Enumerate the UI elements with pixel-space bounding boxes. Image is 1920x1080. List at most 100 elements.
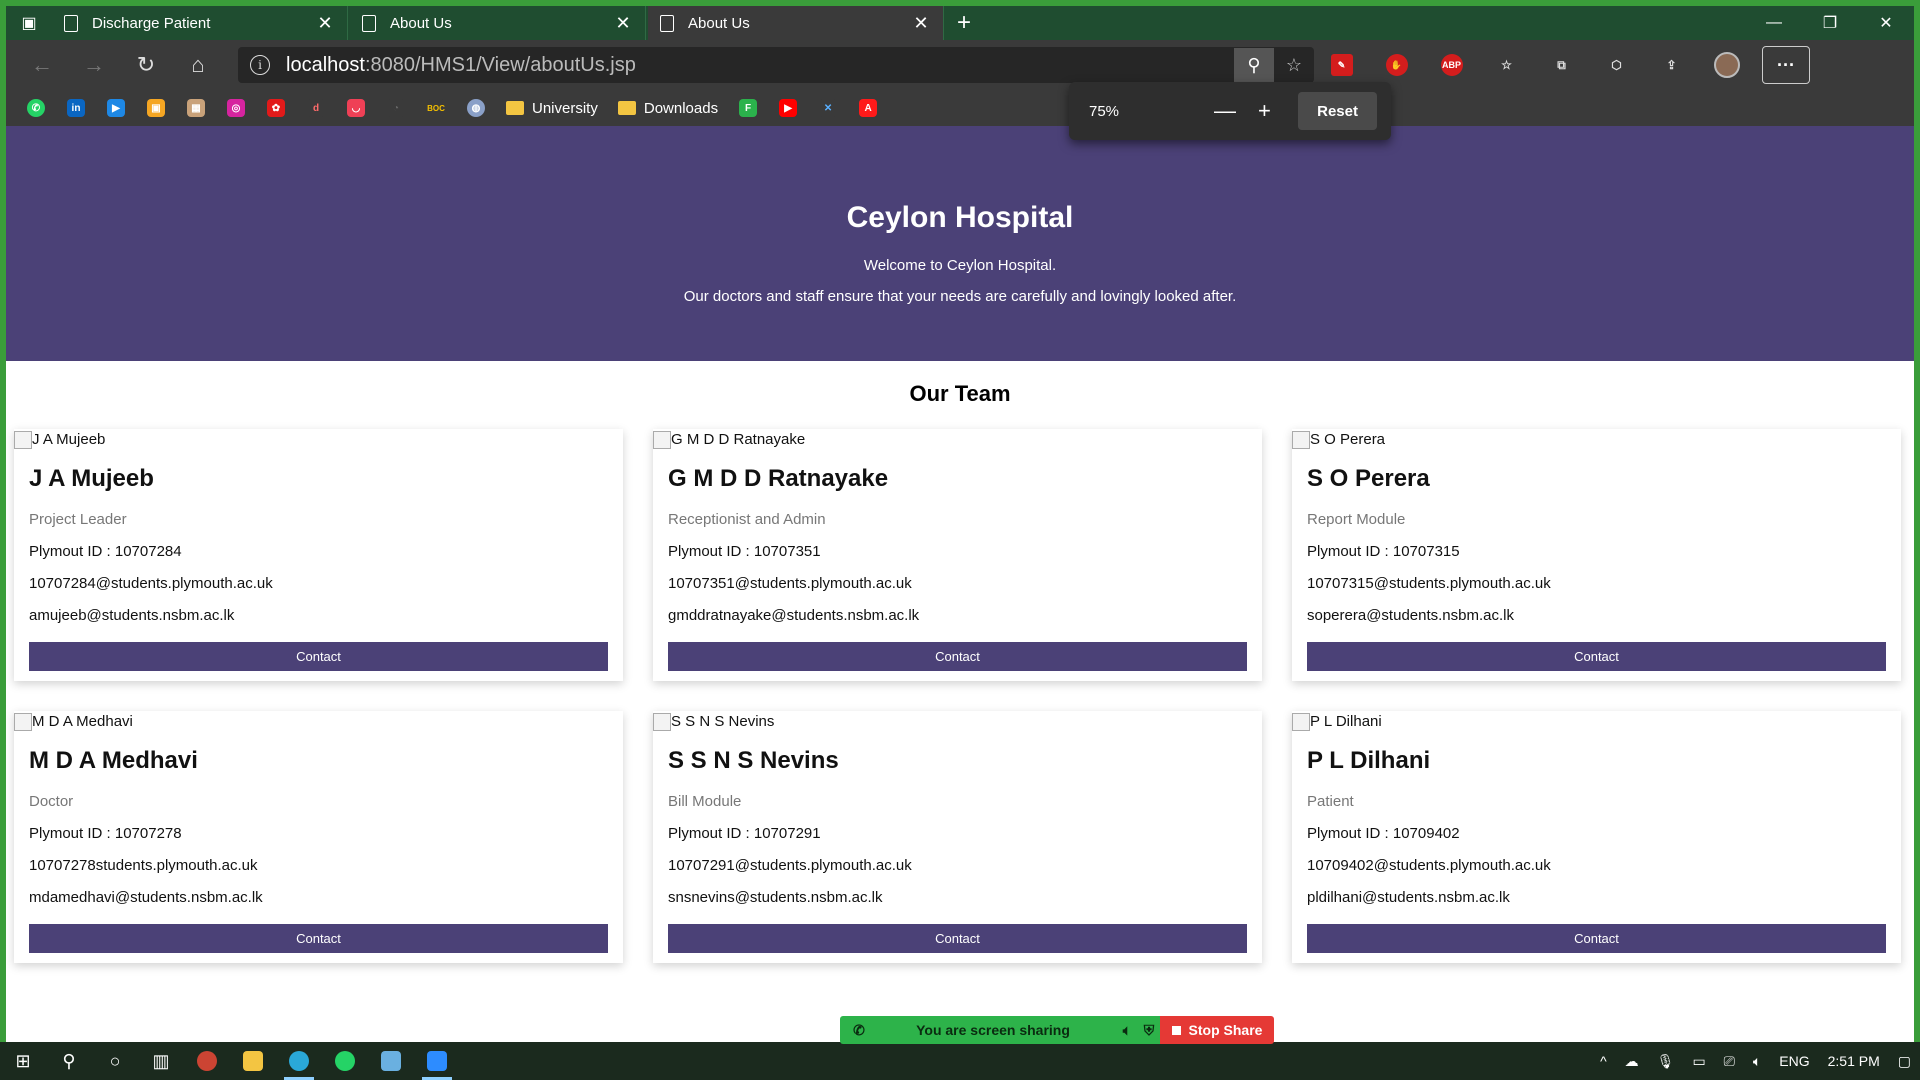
d-app-icon[interactable]: d	[296, 95, 336, 121]
history-icon[interactable]: ◔	[376, 95, 416, 121]
windows-start-icon[interactable]: ⊞	[0, 1042, 46, 1080]
member-id: Plymout ID : 10709402	[1307, 825, 1460, 842]
page-icon	[362, 14, 376, 32]
member-email-plymouth: 10707291@students.plymouth.ac.uk	[668, 857, 912, 874]
whatsapp-icon[interactable]: ✆	[16, 95, 56, 121]
edge-browser-icon[interactable]	[276, 1042, 322, 1080]
close-tab-icon[interactable]: ✕	[613, 13, 633, 34]
zoom-app-icon[interactable]	[414, 1042, 460, 1080]
app-icon[interactable]	[184, 1042, 230, 1080]
video-icon[interactable]: ▶	[96, 95, 136, 121]
speaker-icon[interactable]: 🔈︎	[1116, 1022, 1138, 1039]
taskbar: ⊞ ⚲ ○ ▥ ^ ☁ 🎙︎ ▭ ⎚ 🔈︎ ENG 2:51 PM ▢	[0, 1042, 1920, 1080]
extension-stop-icon[interactable]: ✋	[1369, 45, 1424, 85]
address-bar[interactable]: i localhost:8080/HMS1/View/aboutUs.jsp ⚲…	[238, 47, 1314, 83]
contact-button[interactable]: Contact	[1307, 924, 1886, 953]
zoom-reset-button[interactable]: Reset	[1298, 92, 1377, 130]
adobe-icon[interactable]: A	[848, 95, 888, 121]
task-view-icon[interactable]: ▥	[138, 1042, 184, 1080]
tab-about-us-2[interactable]: About Us ✕	[648, 6, 944, 40]
whatsapp-taskbar-icon[interactable]	[322, 1042, 368, 1080]
globe-icon[interactable]: ◍	[456, 95, 496, 121]
cortana-icon[interactable]: ○	[92, 1042, 138, 1080]
new-tab-button[interactable]: +	[946, 6, 982, 40]
huawei-icon[interactable]: ✿	[256, 95, 296, 121]
contact-button[interactable]: Contact	[668, 924, 1247, 953]
pocket-icon[interactable]: ◡	[336, 95, 376, 121]
file-explorer-icon[interactable]	[230, 1042, 276, 1080]
volume-icon[interactable]: 🔈︎	[1753, 1053, 1761, 1070]
member-id: Plymout ID : 10707291	[668, 825, 821, 842]
forward-icon[interactable]: →	[68, 45, 120, 85]
network-icon[interactable]: ⎚	[1724, 1053, 1735, 1070]
tab-about-us-1[interactable]: About Us ✕	[350, 6, 646, 40]
extension-pen-icon[interactable]: ✎	[1314, 45, 1369, 85]
screen-share-status: ✆ You are screen sharing 🔈︎ ⛨	[840, 1016, 1160, 1044]
clock[interactable]: 2:51 PM	[1828, 1053, 1880, 1069]
member-photo: S O Perera	[1292, 429, 1901, 451]
member-email-nsbm: mdamedhavi@students.nsbm.ac.lk	[29, 889, 263, 906]
share-icon[interactable]: ⇪	[1644, 45, 1699, 85]
boc-icon[interactable]: BOC	[416, 95, 456, 121]
stop-share-button[interactable]: Stop Share	[1160, 1016, 1274, 1044]
more-menu-icon[interactable]: ···	[1762, 46, 1810, 84]
tools-icon[interactable]: ✕	[808, 95, 848, 121]
contact-button[interactable]: Contact	[29, 924, 608, 953]
member-role: Report Module	[1307, 511, 1406, 528]
tagline-text: Our doctors and staff ensure that your n…	[683, 288, 1237, 305]
close-tab-icon[interactable]: ✕	[911, 13, 931, 34]
tab-title: About Us	[390, 14, 452, 32]
collections-icon[interactable]: ⧉	[1534, 45, 1589, 85]
tab-discharge-patient[interactable]: Discharge Patient ✕	[52, 6, 348, 40]
instagram-icon[interactable]: ◎	[216, 95, 256, 121]
member-email-plymouth: 10707278students.plymouth.ac.uk	[29, 857, 258, 874]
adblock-plus-icon[interactable]: ABP	[1424, 45, 1479, 85]
member-role: Receptionist and Admin	[668, 511, 826, 528]
bookmark-folder-downloads[interactable]: Downloads	[617, 100, 718, 117]
bookmark-folder-university[interactable]: University	[506, 100, 598, 117]
zoom-out-icon[interactable]: —	[1205, 98, 1244, 124]
restore-icon[interactable]: ❐	[1802, 6, 1858, 40]
tab-title: Discharge Patient	[92, 14, 211, 32]
close-tab-icon[interactable]: ✕	[315, 13, 335, 34]
member-email-nsbm: amujeeb@students.nsbm.ac.lk	[29, 607, 235, 624]
contact-button[interactable]: Contact	[1307, 642, 1886, 671]
tab-actions-icon[interactable]: ▣	[6, 6, 52, 40]
zoom-in-icon[interactable]: +	[1245, 98, 1284, 124]
feedly-icon[interactable]: F	[728, 95, 768, 121]
extensions-icon[interactable]: ⬡	[1589, 45, 1644, 85]
profile-avatar[interactable]	[1699, 45, 1754, 85]
home-icon[interactable]: ⌂	[172, 45, 224, 85]
screen-share-text: You are screen sharing	[916, 1022, 1070, 1038]
image-icon[interactable]: ▦	[176, 95, 216, 121]
contact-button[interactable]: Contact	[668, 642, 1247, 671]
member-photo: P L Dilhani	[1292, 711, 1901, 733]
film-icon[interactable]: ▣	[136, 95, 176, 121]
microphone-icon[interactable]: 🎙︎	[1657, 1053, 1675, 1070]
back-icon[interactable]: ←	[16, 45, 68, 85]
member-photo: G M D D Ratnayake	[653, 429, 1262, 451]
battery-icon[interactable]: ▭	[1692, 1053, 1705, 1070]
site-info-icon[interactable]: i	[250, 55, 270, 75]
member-name: J A Mujeeb	[29, 465, 154, 492]
minimize-icon[interactable]: —	[1746, 6, 1802, 40]
folder-icon	[506, 101, 524, 115]
refresh-icon[interactable]: ↻	[120, 45, 172, 85]
url-host: localhost	[286, 53, 365, 76]
favorites-icon[interactable]: ☆	[1479, 45, 1534, 85]
add-favorite-icon[interactable]: ☆	[1274, 55, 1314, 76]
bookmarks-bar: ✆ in ▶ ▣ ▦ ◎ ✿ d ◡ ◔ BOC ◍ University Do…	[6, 90, 1914, 126]
member-name: M D A Medhavi	[29, 747, 198, 774]
contact-button[interactable]: Contact	[29, 642, 608, 671]
language-indicator[interactable]: ENG	[1779, 1053, 1809, 1069]
show-hidden-icons-icon[interactable]: ^	[1600, 1053, 1607, 1069]
notifications-icon[interactable]: ▢	[1898, 1053, 1911, 1070]
youtube-icon[interactable]: ▶	[768, 95, 808, 121]
search-icon[interactable]: ⚲	[46, 1042, 92, 1080]
cube-app-icon[interactable]	[368, 1042, 414, 1080]
onedrive-icon[interactable]: ☁	[1625, 1053, 1639, 1070]
member-id: Plymout ID : 10707351	[668, 543, 821, 560]
linkedin-icon[interactable]: in	[56, 95, 96, 121]
close-window-icon[interactable]: ✕	[1858, 6, 1914, 40]
zoom-icon[interactable]: ⚲	[1234, 48, 1274, 82]
